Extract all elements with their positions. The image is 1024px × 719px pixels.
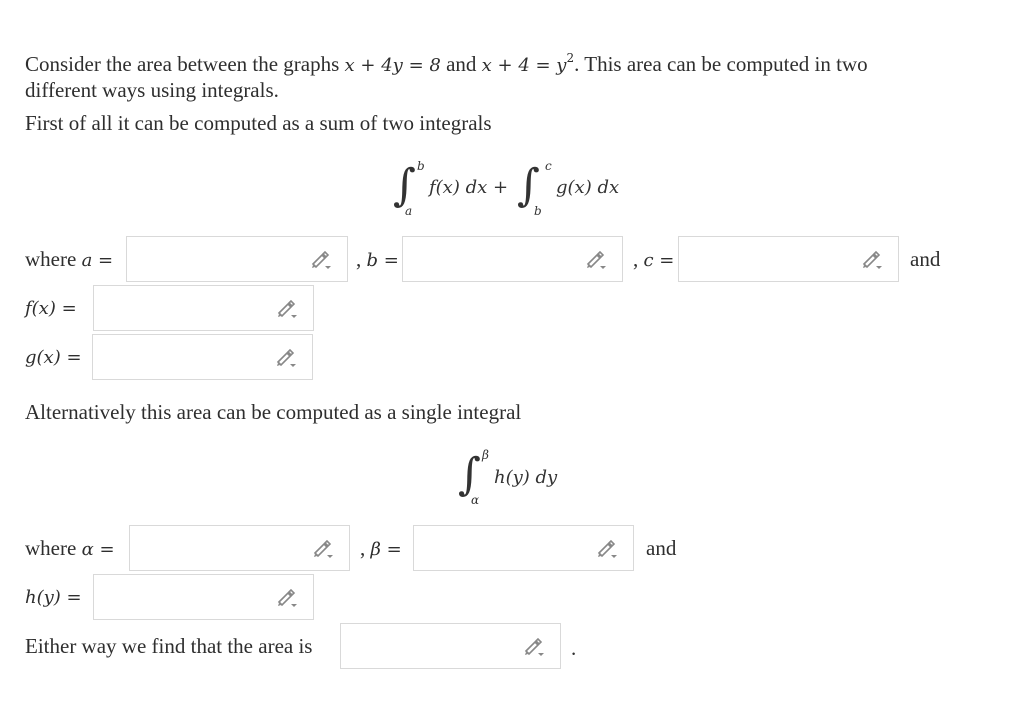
equation-2: x + 4 = y2 xyxy=(481,51,574,76)
alpha-symbol: α = xyxy=(81,539,115,560)
c-symbol: c = xyxy=(643,250,675,271)
intro-text: and xyxy=(440,52,482,76)
integral-sign: ∫ xyxy=(393,160,416,211)
a-symbol: a = xyxy=(81,250,114,271)
upper-limit-b: b xyxy=(417,159,425,173)
b-symbol: b = xyxy=(366,250,399,271)
equation-1: x + 4y = 8 xyxy=(344,55,441,76)
pencil-icon[interactable] xyxy=(860,249,884,271)
intro-text: . This area can be computed in two xyxy=(574,52,868,76)
intro-line-3: First of all it can be computed as a sum… xyxy=(25,111,492,135)
integral-sign: ∫ xyxy=(517,160,540,211)
and-text: and xyxy=(910,247,941,271)
h-label: h(y) = xyxy=(25,587,82,608)
sum-of-integrals: ∫ b a f(x) dx + ∫ c b g(x) dx xyxy=(393,159,653,220)
a-input[interactable] xyxy=(126,236,348,282)
beta-symbol: β = xyxy=(370,539,402,560)
b-label: , b = xyxy=(356,243,399,277)
and-text: and xyxy=(646,536,677,560)
single-integral: ∫ β α h(y) dy xyxy=(458,448,578,510)
b-input[interactable] xyxy=(402,236,623,282)
upper-limit-beta: β xyxy=(482,448,489,462)
separator: , xyxy=(633,247,639,271)
pencil-icon[interactable] xyxy=(275,587,299,609)
equation-2-exponent: 2 xyxy=(566,51,575,65)
g-label: g(x) = xyxy=(25,347,82,368)
integrand-h: h(y) dy xyxy=(494,467,558,488)
g-input[interactable] xyxy=(92,334,313,380)
pencil-icon[interactable] xyxy=(311,538,335,560)
pencil-icon[interactable] xyxy=(309,249,333,271)
intro-text: Consider the area between the graphs xyxy=(25,52,345,76)
where-text: where xyxy=(25,247,77,271)
c-label: , c = xyxy=(633,243,674,277)
alpha-label: where α = xyxy=(25,532,115,566)
separator: , xyxy=(360,536,366,560)
pencil-icon[interactable] xyxy=(595,538,619,560)
pencil-icon[interactable] xyxy=(522,636,546,658)
lower-limit-b: b xyxy=(534,204,542,218)
alternative-text: Alternatively this area can be computed … xyxy=(25,400,522,424)
lower-limit-a: a xyxy=(405,204,413,218)
pencil-icon[interactable] xyxy=(275,298,299,320)
area-input[interactable] xyxy=(340,623,561,669)
a-label: where a = xyxy=(25,243,113,277)
h-input[interactable] xyxy=(93,574,314,620)
f-label: f(x) = xyxy=(25,298,77,319)
lower-limit-alpha: α xyxy=(471,493,480,507)
pencil-icon[interactable] xyxy=(584,249,608,271)
final-period: . xyxy=(571,636,577,660)
beta-input[interactable] xyxy=(413,525,634,571)
final-text: Either way we find that the area is xyxy=(25,634,313,658)
integral-sign: ∫ xyxy=(458,449,481,500)
upper-limit-c: c xyxy=(545,159,552,173)
alpha-input[interactable] xyxy=(129,525,350,571)
integrand-g: g(x) dx xyxy=(556,177,620,198)
pencil-icon[interactable] xyxy=(274,347,298,369)
c-input[interactable] xyxy=(678,236,899,282)
equation-2-base: x + 4 = y xyxy=(481,55,567,76)
beta-label: , β = xyxy=(360,532,402,566)
separator: , xyxy=(356,247,362,271)
f-input[interactable] xyxy=(93,285,314,331)
where-text: where xyxy=(25,536,77,560)
integrand-f: f(x) dx + xyxy=(429,177,509,198)
intro-line-2: different ways using integrals. xyxy=(25,78,279,102)
